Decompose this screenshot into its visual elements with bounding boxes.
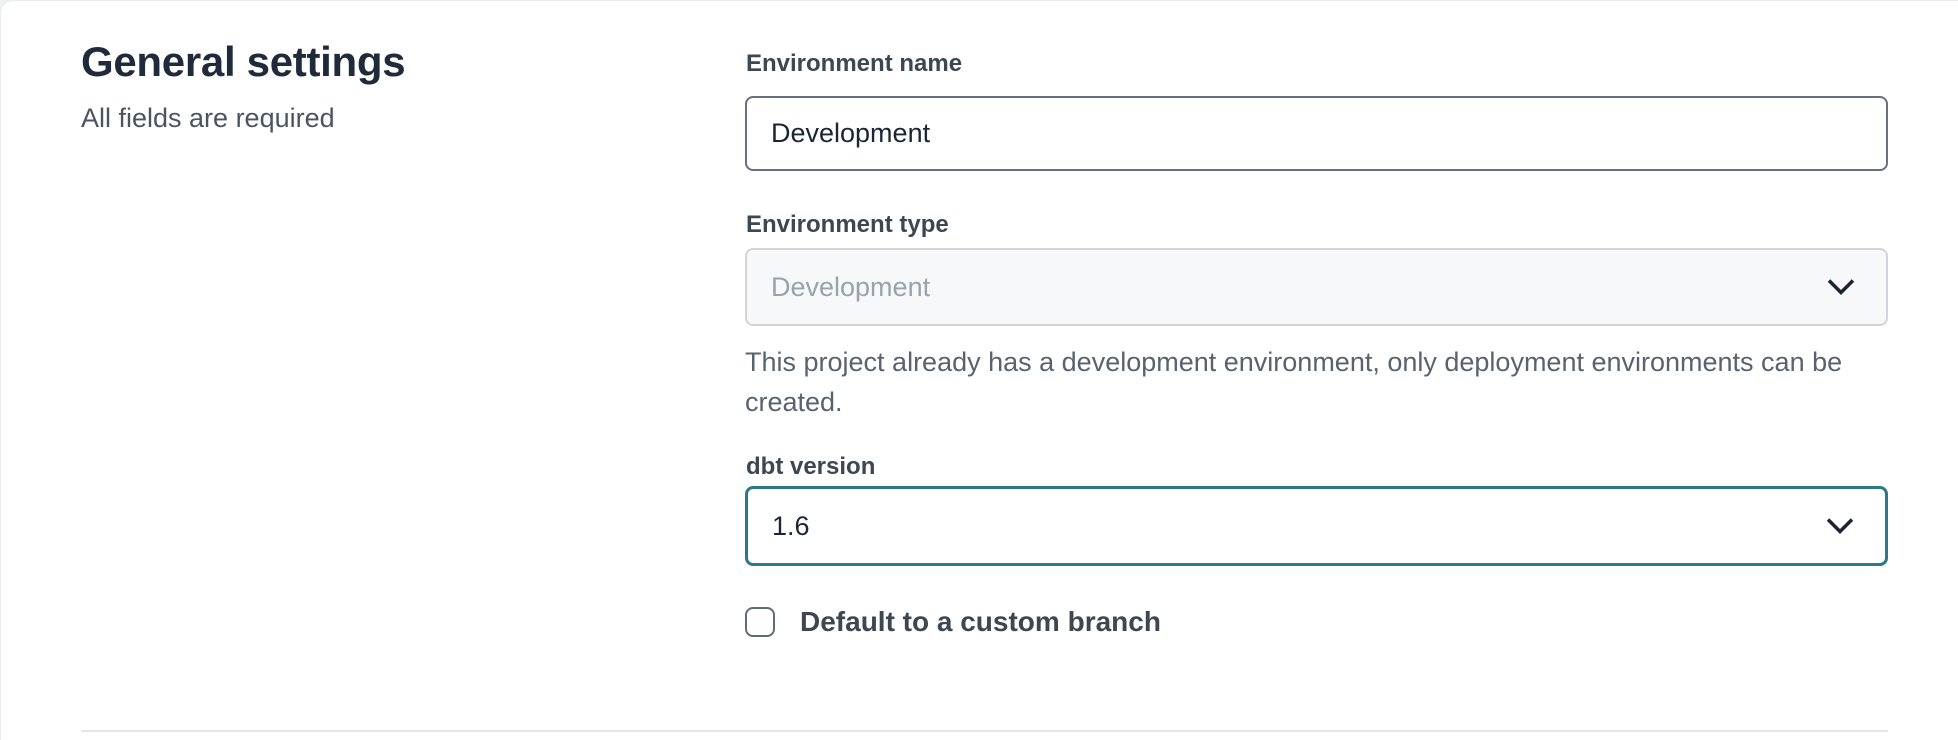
environment-type-value: Development: [771, 272, 930, 303]
page-title: General settings: [81, 37, 641, 87]
environment-type-select[interactable]: Development: [745, 248, 1888, 326]
custom-branch-row[interactable]: Default to a custom branch: [745, 606, 1888, 638]
custom-branch-label: Default to a custom branch: [800, 606, 1161, 638]
custom-branch-checkbox[interactable]: [745, 607, 775, 637]
section-header: General settings All fields are required: [81, 37, 641, 135]
general-settings-form: Environment name Environment type Develo…: [745, 49, 1888, 638]
environment-name-label: Environment name: [746, 49, 1888, 79]
dbt-version-select[interactable]: 1.6: [745, 486, 1888, 566]
chevron-down-icon: [1825, 517, 1855, 535]
settings-panel: General settings All fields are required…: [0, 0, 1958, 740]
environment-name-input[interactable]: [745, 96, 1888, 171]
dbt-version-value: 1.6: [772, 511, 810, 542]
dbt-version-label: dbt version: [746, 452, 1888, 482]
section-divider: [81, 730, 1888, 732]
page-subtitle: All fields are required: [81, 101, 641, 135]
environment-type-label: Environment type: [746, 210, 1888, 240]
chevron-down-icon: [1826, 278, 1856, 296]
environment-type-helper: This project already has a development e…: [745, 342, 1888, 422]
